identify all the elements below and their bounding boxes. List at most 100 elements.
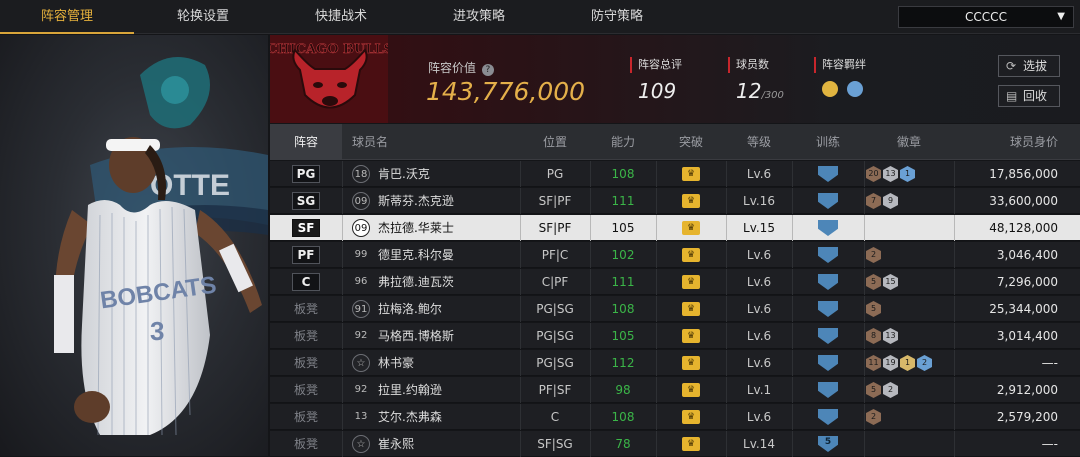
badge-icon[interactable]: 11 xyxy=(866,355,881,371)
table-row[interactable]: 板凳 ☆ 崔永熙 SF|SG 78 ♛ Lv.14 5 —- xyxy=(270,431,1080,457)
player-name[interactable]: 拉梅洛.鲍尔 xyxy=(378,296,442,322)
crown-icon[interactable]: ♛ xyxy=(682,383,700,397)
roster-table-header: 阵容 球员名 位置 能力 突破 等级 训练 徽章 球员身价 xyxy=(270,124,1080,160)
table-row[interactable]: 板凳 91 拉梅洛.鲍尔 PG|SG 108 ♛ Lv.6 5 25,344,000 xyxy=(270,296,1080,322)
table-row[interactable]: SF 09 杰拉德.华莱士 SF|PF 105 ♛ Lv.15 48,128,000 xyxy=(270,215,1080,241)
player-name[interactable]: 艾尔.杰弗森 xyxy=(378,404,442,430)
player-level: Lv.16 xyxy=(743,194,775,208)
table-row[interactable]: 板凳 92 拉里.约翰逊 PF|SF 98 ♛ Lv.1 5 2 2,912,000 xyxy=(270,377,1080,403)
badge-icon[interactable]: 2 xyxy=(917,355,932,371)
lineup-slot[interactable]: 板凳 xyxy=(292,431,320,457)
player-name[interactable]: 林书豪 xyxy=(378,350,414,376)
training-shield-icon[interactable] xyxy=(818,409,838,425)
lineup-slot[interactable]: PF xyxy=(292,246,320,264)
tab-defense[interactable]: 防守策略 xyxy=(548,0,686,34)
player-name[interactable]: 杰拉德.华莱士 xyxy=(378,215,454,241)
crown-icon[interactable]: ♛ xyxy=(682,248,700,262)
table-row[interactable]: PG 18 肯巴.沃克 PG 108 ♛ Lv.6 20 13 1 17,856,000 xyxy=(270,161,1080,187)
player-count: 12/300 xyxy=(736,79,784,103)
table-row[interactable]: 板凳 13 艾尔.杰弗森 C 108 ♛ Lv.6 2 2,579,200 xyxy=(270,404,1080,430)
player-name[interactable]: 拉里.约翰逊 xyxy=(378,377,442,403)
badge-icon[interactable]: 5 xyxy=(866,274,881,290)
tab-rotation[interactable]: 轮换设置 xyxy=(134,0,272,34)
lineup-slot[interactable]: 板凳 xyxy=(292,404,320,430)
badge-icon[interactable]: 20 xyxy=(866,166,881,182)
player-level: Lv.15 xyxy=(743,221,775,235)
lineup-slot[interactable]: PG xyxy=(292,165,320,183)
column-divider xyxy=(954,188,955,214)
badge-icon[interactable]: 2 xyxy=(866,409,881,425)
table-row[interactable]: PF 99 德里克.科尔曼 PF|C 102 ♛ Lv.6 2 3,046,400 xyxy=(270,242,1080,268)
training-shield-icon[interactable] xyxy=(818,382,838,398)
tab-offense[interactable]: 进攻策略 xyxy=(410,0,548,34)
training-shield-icon[interactable]: 5 xyxy=(818,436,838,452)
table-row[interactable]: C 96 弗拉德.迪瓦茨 C|PF 111 ♛ Lv.6 5 15 7,296,000 xyxy=(270,269,1080,295)
tab-quick-tactics[interactable]: 快捷战术 xyxy=(272,0,410,34)
badge-icon[interactable]: 13 xyxy=(883,328,898,344)
badge-icon[interactable]: 9 xyxy=(883,193,898,209)
player-level: Lv.6 xyxy=(746,248,772,262)
column-divider xyxy=(954,215,955,241)
player-name[interactable]: 弗拉德.迪瓦茨 xyxy=(378,269,454,295)
badge-icon[interactable]: 5 xyxy=(866,382,881,398)
training-shield-icon[interactable] xyxy=(818,247,838,263)
crown-icon[interactable]: ♛ xyxy=(682,410,700,424)
lineup-slot[interactable]: C xyxy=(292,273,320,291)
crown-icon[interactable]: ♛ xyxy=(682,329,700,343)
jersey-number: 99 xyxy=(354,249,368,260)
crown-icon[interactable]: ♛ xyxy=(682,275,700,289)
player-name[interactable]: 斯蒂芬.杰克逊 xyxy=(378,188,454,214)
player-ability: 105 xyxy=(611,329,635,343)
jersey-number: 13 xyxy=(354,411,368,422)
lineup-slot[interactable]: 板凳 xyxy=(292,350,320,376)
lineup-slot[interactable]: 板凳 xyxy=(292,296,320,322)
document-icon: ▤ xyxy=(1006,89,1018,103)
select-button[interactable]: ⟳ 选拔 xyxy=(998,55,1060,77)
player-value: 2,579,200 xyxy=(996,410,1058,424)
badge-icon[interactable]: 1 xyxy=(900,355,915,371)
lineup-slot[interactable]: SG xyxy=(292,192,320,210)
tab-lineup[interactable]: 阵容管理 xyxy=(0,0,134,34)
jersey-number: 91 xyxy=(352,300,370,318)
badge-icon[interactable]: 1 xyxy=(900,166,915,182)
crown-icon[interactable]: ♛ xyxy=(682,437,700,451)
player-name[interactable]: 马格西.博格斯 xyxy=(378,323,454,349)
badge-icon[interactable]: 5 xyxy=(866,301,881,317)
lineup-slot[interactable]: 板凳 xyxy=(292,377,320,403)
crown-icon[interactable]: ♛ xyxy=(682,167,700,181)
training-shield-icon[interactable] xyxy=(818,355,838,371)
team-select-dropdown[interactable]: CCCCC ▼ xyxy=(898,6,1074,28)
player-name[interactable]: 德里克.科尔曼 xyxy=(378,242,454,268)
badge-icon[interactable]: 19 xyxy=(883,355,898,371)
player-position: SF|PF xyxy=(538,221,572,235)
training-shield-icon[interactable] xyxy=(818,301,838,317)
training-shield-icon[interactable] xyxy=(818,193,838,209)
badge-icon[interactable]: 2 xyxy=(866,247,881,263)
lineup-slot[interactable]: 板凳 xyxy=(292,323,320,349)
crown-icon[interactable]: ♛ xyxy=(682,356,700,370)
crown-icon[interactable]: ♛ xyxy=(682,302,700,316)
badge-icon[interactable]: 8 xyxy=(866,328,881,344)
table-row[interactable]: 板凳 ☆ 林书豪 PG|SG 112 ♛ Lv.6 11 19 1 2 —- xyxy=(270,350,1080,376)
badge-icon[interactable]: 15 xyxy=(883,274,898,290)
training-shield-icon[interactable] xyxy=(818,220,838,236)
help-icon[interactable]: ? xyxy=(481,64,494,76)
badge-icon[interactable]: 13 xyxy=(883,166,898,182)
training-shield-icon[interactable] xyxy=(818,166,838,182)
column-divider xyxy=(656,404,657,430)
player-ability: 78 xyxy=(615,437,631,451)
crown-icon[interactable]: ♛ xyxy=(682,221,700,235)
badge-icon[interactable]: 2 xyxy=(883,382,898,398)
crown-icon[interactable]: ♛ xyxy=(682,194,700,208)
table-row[interactable]: SG 09 斯蒂芬.杰克逊 SF|PF 111 ♛ Lv.16 7 9 33,600,000 xyxy=(270,188,1080,214)
badge-icon[interactable]: 7 xyxy=(866,193,881,209)
bond-icons[interactable] xyxy=(822,81,864,101)
table-row[interactable]: 板凳 92 马格西.博格斯 PG|SG 105 ♛ Lv.6 8 13 3,014,400 xyxy=(270,323,1080,349)
recycle-button[interactable]: ▤ 回收 xyxy=(998,85,1060,107)
training-shield-icon[interactable] xyxy=(818,274,838,290)
player-position: PF|C xyxy=(541,248,569,262)
training-shield-icon[interactable] xyxy=(818,328,838,344)
lineup-slot[interactable]: SF xyxy=(292,219,320,237)
player-name[interactable]: 崔永熙 xyxy=(378,431,414,457)
player-name[interactable]: 肯巴.沃克 xyxy=(378,161,430,187)
